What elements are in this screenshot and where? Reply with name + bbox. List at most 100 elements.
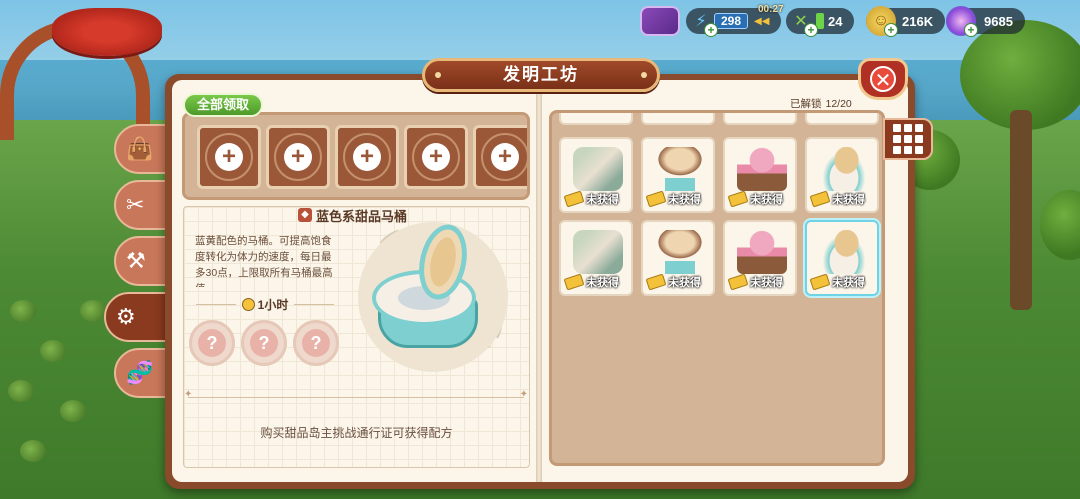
add-icon: + — [215, 143, 243, 171]
unlock-progress: 已解锁 12/20 — [790, 96, 852, 111]
add-icon: + — [491, 143, 519, 171]
recipe-status: 未获得 — [750, 194, 783, 206]
item-name: ◆ 蓝色系甜品马桶 — [298, 206, 407, 224]
gear-bulb-icon: ⚙ — [116, 304, 136, 329]
add-coin-icon[interactable]: + — [884, 23, 898, 37]
gem-counter[interactable]: + 9685 — [946, 6, 1025, 37]
crop-plant — [10, 300, 36, 322]
tab-invention[interactable]: ⚙ — [104, 292, 168, 342]
hud-bar — [640, 6, 680, 36]
item-category-icon: ◆ — [298, 208, 312, 222]
ticket-icon — [809, 273, 831, 291]
food-value: 24 — [828, 13, 843, 29]
unknown-icon: ? — [302, 329, 330, 357]
crop-plant — [20, 440, 46, 462]
add-icon: + — [422, 143, 450, 171]
add-energy-icon[interactable]: + — [704, 23, 718, 37]
recipe-art — [655, 230, 705, 274]
season-pass-icon[interactable] — [640, 6, 680, 36]
crafting-slots-panel: + + + + + — [182, 112, 530, 200]
ticket-icon — [563, 190, 585, 208]
unknown-icon: ? — [250, 329, 278, 357]
item-description: 蓝黄配色的马桶。可提高饱食度转化为体力的速度，每日最多30点，上限取所有马桶最高… — [195, 235, 333, 287]
crop-plant — [80, 300, 106, 322]
energy-value: 298 — [714, 13, 749, 29]
crop-plant — [40, 340, 66, 362]
clock-icon — [241, 297, 255, 311]
recipe-grid: 未获得 未获得 未获得 未获得 未获得 未获得 未获得 未获得 — [549, 110, 885, 466]
unlock-count: 12/20 — [825, 98, 852, 110]
close-icon: ✕ — [870, 66, 896, 92]
bag-icon: 👜 — [126, 136, 154, 161]
ingredient-slot[interactable]: ? — [189, 320, 235, 366]
tree-trunk — [1010, 110, 1032, 310]
recipe-art — [819, 230, 869, 274]
recipe-card[interactable] — [723, 113, 797, 125]
recipe-card[interactable] — [805, 113, 879, 125]
recipe-card[interactable]: 未获得 — [723, 220, 797, 296]
recipe-status: 未获得 — [586, 277, 619, 289]
recipe-card[interactable]: 未获得 — [723, 137, 797, 213]
add-icon: + — [284, 143, 312, 171]
craft-slot[interactable]: + — [197, 125, 261, 189]
add-food-icon[interactable]: + — [804, 23, 818, 37]
craft-time: 1小时 — [190, 294, 340, 314]
gem-value: 9685 — [984, 13, 1013, 29]
crop-plant — [8, 380, 34, 402]
craft-slot[interactable]: + — [335, 125, 399, 189]
tab-cooking[interactable]: ✂ — [114, 180, 168, 230]
item-name-text: 蓝色系甜品马桶 — [316, 208, 408, 224]
add-icon: + — [353, 143, 381, 171]
coin-value: 216K — [902, 13, 934, 29]
recipe-card[interactable]: 未获得 — [559, 220, 633, 296]
craft-slot[interactable]: + — [404, 125, 468, 189]
craft-slot[interactable]: + — [473, 125, 527, 189]
add-gem-icon[interactable]: + — [964, 23, 978, 37]
coin-counter[interactable]: ☺ + 216K — [866, 6, 946, 37]
recipe-card[interactable]: 未获得 — [559, 137, 633, 213]
arch-bow — [52, 8, 162, 56]
ingredient-slot[interactable]: ? — [293, 320, 339, 366]
recipe-art — [737, 147, 787, 191]
fork-knife-icon: ✂ — [126, 192, 145, 217]
craft-time-value: 1小时 — [257, 297, 289, 312]
recipe-art — [573, 147, 623, 191]
unlock-label: 已解锁 — [790, 98, 822, 110]
recipe-card-selected[interactable]: 未获得 — [805, 220, 879, 296]
claim-all-button[interactable]: 全部领取 — [183, 93, 263, 117]
book-spine — [536, 80, 542, 482]
ticket-icon — [645, 273, 667, 291]
tab-forge[interactable]: ⚒ — [114, 236, 168, 286]
recipe-status: 未获得 — [832, 277, 865, 289]
divider — [184, 389, 528, 400]
tab-bag[interactable]: 👜 — [114, 124, 168, 174]
crop-plant — [60, 400, 86, 422]
recipe-card[interactable]: 未获得 — [641, 220, 715, 296]
ticket-icon — [645, 190, 667, 208]
recipe-status: 未获得 — [750, 277, 783, 289]
tab-genetics[interactable]: 🧬 — [114, 348, 168, 398]
recipe-card[interactable]: 未获得 — [641, 137, 715, 213]
craft-slot[interactable]: + — [266, 125, 330, 189]
recipe-art — [737, 230, 787, 274]
recipe-card[interactable] — [559, 113, 633, 125]
recipe-art — [573, 230, 623, 274]
ticket-icon — [727, 273, 749, 291]
recipe-status: 未获得 — [586, 194, 619, 206]
anvil-icon: ⚒ — [126, 248, 146, 273]
close-button[interactable]: ✕ — [858, 58, 908, 100]
ingredient-slot[interactable]: ? — [241, 320, 287, 366]
dna-icon: 🧬 — [126, 360, 154, 385]
recipe-hint: 购买甜品岛主挑战通行证可获得配方 — [260, 426, 453, 440]
recipe-card[interactable]: 未获得 — [805, 137, 879, 213]
grid-view-button[interactable] — [883, 118, 933, 160]
recipe-art — [655, 147, 705, 191]
food-counter[interactable]: ✕ + 24 — [786, 6, 855, 37]
unknown-icon: ? — [198, 329, 226, 357]
window-title: 发明工坊 — [422, 58, 660, 92]
ticket-icon — [727, 190, 749, 208]
recipe-status: 未获得 — [832, 194, 865, 206]
energy-timer: 00:27 — [758, 4, 784, 15]
recipe-card[interactable] — [641, 113, 715, 125]
recipe-status: 未获得 — [668, 277, 701, 289]
